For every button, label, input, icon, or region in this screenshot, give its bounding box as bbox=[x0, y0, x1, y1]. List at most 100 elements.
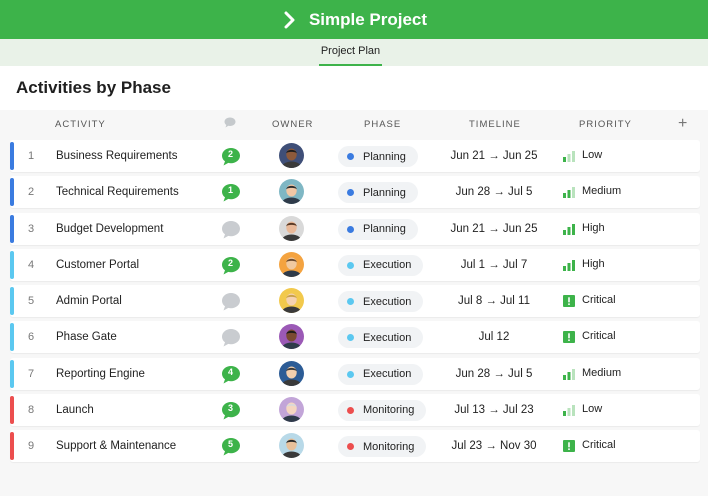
comment-button[interactable]: 2 bbox=[221, 147, 241, 166]
column-header-phase[interactable]: PHASE bbox=[364, 119, 401, 130]
phase-pill[interactable]: Execution bbox=[338, 254, 424, 276]
comment-count: 3 bbox=[227, 402, 233, 413]
table-row[interactable]: 9 Support & Maintenance 5 Monitoring Jul 23 … bbox=[10, 430, 700, 462]
column-header-owner[interactable]: OWNER bbox=[272, 119, 313, 130]
activity-name[interactable]: Admin Portal bbox=[56, 295, 122, 307]
owner-avatar[interactable] bbox=[279, 143, 304, 168]
column-header-activity[interactable]: ACTIVITY bbox=[55, 119, 106, 130]
priority-label[interactable]: Low bbox=[582, 403, 602, 415]
activity-name[interactable]: Business Requirements bbox=[56, 150, 177, 162]
table-row[interactable]: 5 Admin Portal Execution Jul 8 → Jul 11 Crit… bbox=[10, 285, 700, 317]
priority-label[interactable]: Critical bbox=[582, 439, 616, 451]
row-number: 4 bbox=[28, 258, 35, 271]
comment-button[interactable] bbox=[221, 292, 241, 311]
activity-name[interactable]: Launch bbox=[56, 404, 94, 416]
owner-avatar[interactable] bbox=[279, 433, 304, 458]
phase-color-bar bbox=[10, 395, 14, 424]
table-row[interactable]: 6 Phase Gate Execution Jul 12 Critical bbox=[10, 321, 700, 354]
priority-label[interactable]: Medium bbox=[582, 367, 621, 379]
phase-color-bar bbox=[10, 214, 14, 243]
comment-button[interactable] bbox=[221, 328, 241, 347]
phase-label: Planning bbox=[363, 186, 406, 199]
owner-avatar[interactable] bbox=[279, 324, 304, 350]
row-number: 9 bbox=[28, 440, 35, 452]
activity-name[interactable]: Reporting Engine bbox=[56, 368, 145, 380]
activity-table: 1 Business Requirements 2 Planning Jun 21 → … bbox=[10, 140, 700, 466]
owner-avatar[interactable] bbox=[279, 288, 304, 313]
critical-priority-icon bbox=[563, 440, 575, 452]
phase-color-bar bbox=[10, 323, 14, 352]
phase-dot bbox=[347, 189, 354, 197]
comment-button[interactable]: 5 bbox=[221, 437, 241, 456]
phase-pill[interactable]: Execution bbox=[338, 291, 424, 312]
comment-count: 5 bbox=[227, 439, 233, 449]
critical-priority-icon bbox=[563, 295, 575, 307]
phase-label: Execution bbox=[363, 259, 412, 272]
phase-pill[interactable]: Monitoring bbox=[338, 436, 427, 457]
activity-name[interactable]: Technical Requirements bbox=[56, 186, 179, 198]
priority-label[interactable]: Low bbox=[582, 149, 602, 161]
phase-pill[interactable]: Planning bbox=[338, 218, 418, 240]
comment-button[interactable]: 4 bbox=[221, 365, 241, 384]
priority-bars-icon bbox=[563, 404, 575, 416]
phase-pill[interactable]: Execution bbox=[338, 363, 424, 385]
timeline-range[interactable]: Jul 8 → Jul 11 bbox=[434, 295, 554, 307]
comment-count: 2 bbox=[227, 257, 233, 268]
priority-label[interactable]: High bbox=[582, 222, 605, 234]
activity-name[interactable]: Phase Gate bbox=[56, 331, 117, 343]
timeline-range[interactable]: Jul 23 → Nov 30 bbox=[434, 440, 554, 452]
owner-avatar[interactable] bbox=[279, 396, 304, 422]
timeline-range[interactable]: Jul 13 → Jul 23 bbox=[434, 404, 554, 416]
table-row[interactable]: 1 Business Requirements 2 Planning Jun 21 → … bbox=[10, 140, 700, 172]
table-row[interactable]: 4 Customer Portal 2 Execution Jul 1 → Jul 7 H… bbox=[10, 248, 700, 281]
column-header-priority[interactable]: PRIORITY bbox=[579, 119, 632, 130]
phase-pill[interactable]: Execution bbox=[338, 327, 424, 349]
activity-name[interactable]: Customer Portal bbox=[56, 259, 139, 271]
table-row[interactable]: 3 Budget Development Planning Jun 21 → Jun … bbox=[10, 212, 700, 245]
timeline-range[interactable]: Jul 1 → Jul 7 bbox=[434, 259, 554, 271]
owner-avatar[interactable] bbox=[279, 360, 304, 386]
comment-button[interactable]: 3 bbox=[221, 401, 241, 420]
tab-project-plan[interactable]: Project Plan bbox=[319, 39, 382, 66]
owner-avatar[interactable] bbox=[279, 179, 304, 205]
phase-pill[interactable]: Planning bbox=[338, 146, 418, 167]
phase-color-bar bbox=[10, 359, 14, 388]
row-number: 5 bbox=[28, 295, 35, 307]
timeline-range[interactable]: Jun 28 → Jul 5 bbox=[434, 368, 554, 380]
phase-pill[interactable]: Planning bbox=[338, 182, 418, 204]
comment-button[interactable]: 1 bbox=[221, 183, 241, 202]
timeline-range[interactable]: Jun 21 → Jun 25 bbox=[434, 150, 554, 162]
timeline-range[interactable]: Jun 21 → Jun 25 bbox=[434, 223, 554, 235]
priority-label[interactable]: Critical bbox=[582, 294, 616, 306]
priority-bars-icon bbox=[563, 368, 575, 380]
table-row[interactable]: 2 Technical Requirements 1 Planning Jun 28 →… bbox=[10, 176, 700, 209]
row-number: 3 bbox=[28, 222, 35, 235]
owner-avatar[interactable] bbox=[279, 251, 304, 277]
table-row[interactable]: 7 Reporting Engine 4 Execution Jun 28 → Jul … bbox=[10, 357, 700, 390]
add-column-button[interactable]: + bbox=[678, 115, 687, 133]
priority-label[interactable]: Critical bbox=[582, 330, 616, 342]
row-number: 2 bbox=[28, 186, 35, 199]
timeline-range[interactable]: Jul 12 bbox=[434, 331, 554, 343]
phase-color-bar bbox=[10, 432, 14, 460]
owner-avatar[interactable] bbox=[279, 215, 304, 241]
comment-icon bbox=[224, 117, 236, 128]
table-row[interactable]: 8 Launch 3 Monitoring Jul 13 → Jul 23 Low bbox=[10, 393, 700, 426]
comment-bubble-icon bbox=[222, 329, 240, 347]
activity-name[interactable]: Support & Maintenance bbox=[56, 440, 176, 452]
column-header-timeline[interactable]: TIMELINE bbox=[469, 119, 521, 130]
app-header: Simple Project bbox=[0, 0, 708, 39]
phase-label: Planning bbox=[363, 150, 406, 163]
comment-button[interactable]: 2 bbox=[221, 256, 241, 275]
priority-label[interactable]: High bbox=[582, 258, 605, 270]
priority-label[interactable]: Medium bbox=[582, 185, 621, 197]
phase-pill[interactable]: Monitoring bbox=[338, 399, 427, 421]
comment-count: 1 bbox=[227, 185, 233, 196]
comment-bubble-icon bbox=[222, 293, 240, 311]
comment-button[interactable] bbox=[221, 220, 241, 239]
timeline-range[interactable]: Jun 28 → Jul 5 bbox=[434, 186, 554, 198]
phase-dot bbox=[347, 334, 354, 342]
activity-name[interactable]: Budget Development bbox=[56, 223, 163, 235]
phase-dot bbox=[347, 225, 354, 233]
phase-color-bar bbox=[10, 287, 14, 315]
